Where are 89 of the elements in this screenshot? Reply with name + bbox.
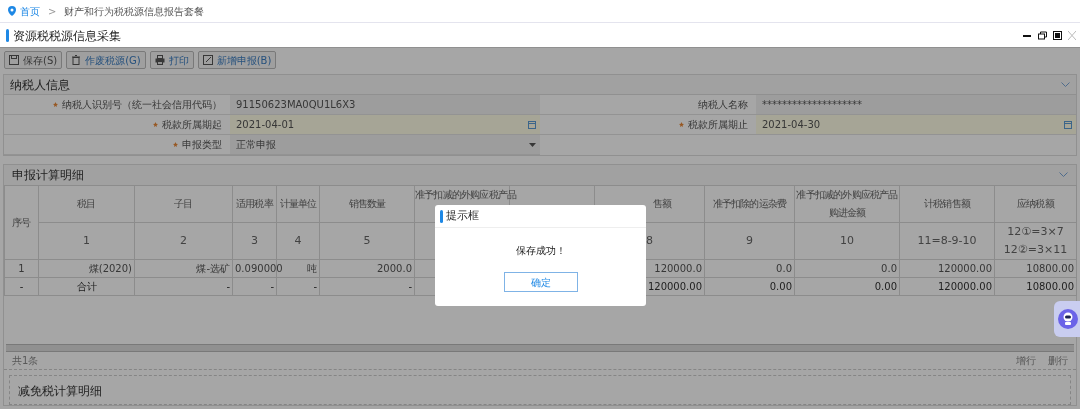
chat-assistant-button[interactable] [1054, 301, 1080, 337]
window-title: 资源税税源信息采集 [13, 27, 121, 45]
confirm-button[interactable]: 确定 [503, 272, 578, 292]
table-cell: 120000.00 [647, 281, 702, 292]
robot-icon [1058, 309, 1078, 329]
chevron-down-icon[interactable] [1059, 172, 1068, 178]
column-index: 12①=3×7 12②=3×11 [1003, 225, 1068, 256]
field-label: 税款所属期止 [688, 118, 748, 132]
horizontal-scrollbar[interactable] [6, 344, 1074, 352]
dialog-message: 保存成功！ [515, 243, 566, 258]
edit-icon [202, 55, 213, 65]
section-title: 纳税人信息 [10, 76, 70, 94]
table-cell: - [19, 281, 24, 292]
field-label: 税款所属期起 [162, 118, 222, 132]
table-cell: 2000.0 [377, 263, 412, 274]
table-header: 子目 [174, 198, 193, 209]
column-index: 1 [83, 234, 90, 247]
home-link[interactable]: 首页 [20, 3, 40, 19]
column-index: 4 [294, 234, 302, 247]
location-pin-icon [8, 6, 16, 16]
table-header: 准予扣除的运杂费 [712, 198, 787, 209]
table-header: 准予扣减的外购应税产品 [415, 189, 517, 200]
column-index: 8 [646, 234, 653, 247]
table-header: 售额 [653, 198, 672, 209]
row-action-link[interactable]: 删行 [1048, 353, 1068, 368]
table-cell: 120000.00 [937, 263, 992, 274]
table-cell: 120000.00 [937, 281, 992, 292]
breadcrumb-separator: > [48, 4, 57, 19]
breadcrumb-current: 财产和行为税税源信息报告套餐 [64, 4, 205, 19]
section-title: 减免税计算明细 [18, 383, 102, 400]
column-index: 3 [251, 234, 258, 247]
table-header: 序号 [12, 216, 31, 228]
field-label: 纳税人识别号（统一社会信用代码） [62, 98, 222, 112]
section-title: 申报计算明细 [12, 167, 84, 184]
calendar-icon[interactable] [528, 120, 536, 129]
table-cell: 0.090000 [235, 263, 283, 274]
title-accent [440, 209, 443, 223]
toolbar-button[interactable]: 作废税源(G) [66, 51, 146, 69]
field-label: 申报类型 [182, 138, 222, 152]
toolbar-button[interactable]: 新增申报(B) [197, 51, 277, 69]
input-field[interactable]: ******************** [756, 95, 1076, 115]
table-header: 计量单位 [279, 198, 317, 209]
input-field[interactable]: 91150623MA0QU1L6X3 [230, 95, 540, 115]
input-field[interactable]: 2021-04-01 [230, 115, 540, 135]
column-index: 9 [746, 234, 753, 247]
table-cell: 10800.00 [1026, 263, 1074, 274]
toolbar-button[interactable]: 打印 [149, 51, 194, 69]
column-index: 10 [840, 234, 854, 247]
table-cell: - [313, 281, 317, 292]
table-cell: - [226, 281, 230, 292]
calendar-icon[interactable] [1064, 120, 1072, 129]
table-cell: 合计 [76, 281, 97, 292]
table-cell: 1 [18, 263, 25, 274]
table-header: 准予扣减的外购应税产品 购进金额 [796, 189, 898, 218]
table-cell: 0.0 [881, 263, 897, 274]
table-cell: 0.00 [874, 281, 897, 292]
restore-icon[interactable] [1038, 31, 1047, 40]
table-header: 适用税率 [236, 198, 273, 209]
printer-icon [154, 55, 165, 65]
table-cell: - [270, 281, 274, 292]
dialog-title: 提示框 [446, 207, 479, 224]
column-index: 2 [180, 234, 187, 247]
close-icon[interactable] [1068, 31, 1076, 40]
chevron-down-icon[interactable] [1061, 81, 1070, 88]
column-index: 11=8-9-10 [917, 234, 977, 247]
table-header: 应纳税额 [1017, 198, 1054, 209]
save-icon [9, 55, 19, 65]
row-action-link[interactable]: 增行 [1016, 353, 1036, 368]
table-cell: 吨 [307, 263, 317, 274]
table-cell: - [408, 281, 412, 292]
dropdown-caret-icon[interactable] [529, 142, 536, 147]
table-header: 税目 [77, 198, 96, 209]
toolbar-button[interactable]: 保存(S) [4, 51, 63, 69]
table-cell: 0.0 [776, 263, 792, 274]
input-field[interactable]: 2021-04-30 [756, 115, 1076, 135]
trash-icon [71, 55, 82, 65]
table-header: 销售数量 [348, 198, 386, 209]
maximize-icon[interactable] [1053, 31, 1062, 40]
record-count: 共1条 [12, 354, 39, 368]
field-label: 纳税人名称 [698, 98, 748, 112]
table-cell: 10800.00 [1026, 281, 1074, 292]
table-cell: 120000.0 [654, 263, 702, 274]
table-header: 计税销售额 [924, 198, 970, 209]
table-cell: 煤(2020) [88, 263, 132, 274]
title-accent [6, 29, 9, 42]
table-cell: 煤-选矿 [196, 263, 230, 274]
column-index: 5 [363, 234, 371, 247]
table-cell: 0.00 [769, 281, 792, 292]
input-field[interactable]: 正常申报 [230, 135, 540, 155]
